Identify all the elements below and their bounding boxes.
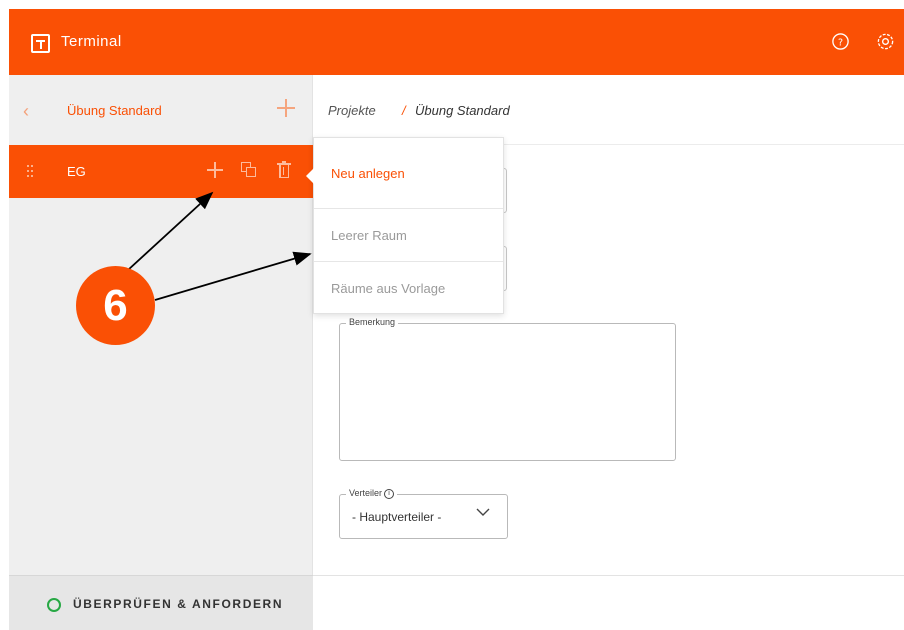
sidebar: ‹ Übung Standard EG	[9, 75, 313, 575]
menu-item-new[interactable]: Neu anlegen	[314, 166, 503, 181]
info-icon[interactable]: i	[384, 488, 395, 499]
trash-icon[interactable]	[277, 161, 291, 178]
add-menu-dropdown: Neu anlegen Leerer Raum Räume aus Vorlag…	[306, 137, 504, 314]
review-request-label: ÜBERPRÜFEN & ANFORDERN	[73, 597, 284, 611]
floor-label: EG	[67, 164, 86, 179]
menu-item-rooms-from-template[interactable]: Räume aus Vorlage	[314, 281, 503, 296]
menu-divider	[314, 208, 503, 209]
chevron-down-icon	[476, 508, 490, 516]
back-chevron-icon[interactable]: ‹	[23, 101, 29, 122]
distributor-select[interactable]: Verteiler i - Hauptverteiler -	[339, 488, 508, 539]
step-callout-badge: 6	[76, 266, 155, 345]
menu-divider	[314, 261, 503, 262]
breadcrumb-separator: /	[402, 103, 406, 118]
terminal-logo-icon	[31, 34, 50, 53]
copy-icon[interactable]	[241, 162, 257, 178]
breadcrumb: Projekte / Übung Standard	[313, 75, 904, 145]
project-name[interactable]: Übung Standard	[67, 103, 162, 118]
remark-label: Bemerkung	[346, 317, 399, 327]
breadcrumb-projects[interactable]: Projekte	[328, 103, 376, 118]
help-icon[interactable]: ?	[831, 32, 850, 51]
svg-text:?: ?	[838, 37, 843, 48]
breadcrumb-current: Übung Standard	[415, 103, 510, 118]
settings-icon[interactable]	[876, 32, 895, 51]
menu-item-empty-room[interactable]: Leerer Raum	[314, 228, 503, 243]
add-room-icon[interactable]	[206, 161, 224, 179]
app-title: Terminal	[61, 33, 122, 50]
floor-row-eg[interactable]: EG	[9, 145, 313, 198]
add-floor-icon[interactable]	[275, 97, 297, 119]
distributor-value: - Hauptverteiler -	[352, 510, 442, 524]
review-request-footer[interactable]: ÜBERPRÜFEN & ANFORDERN	[9, 575, 313, 630]
sidebar-header: ‹ Übung Standard	[9, 75, 312, 145]
distributor-label: Verteiler i	[346, 488, 398, 499]
drag-handle-icon[interactable]	[27, 165, 33, 179]
remark-textarea[interactable]: Bemerkung	[339, 317, 676, 461]
top-bar: Terminal ?	[9, 9, 904, 75]
status-circle-icon	[47, 598, 61, 612]
content-divider	[313, 575, 904, 576]
